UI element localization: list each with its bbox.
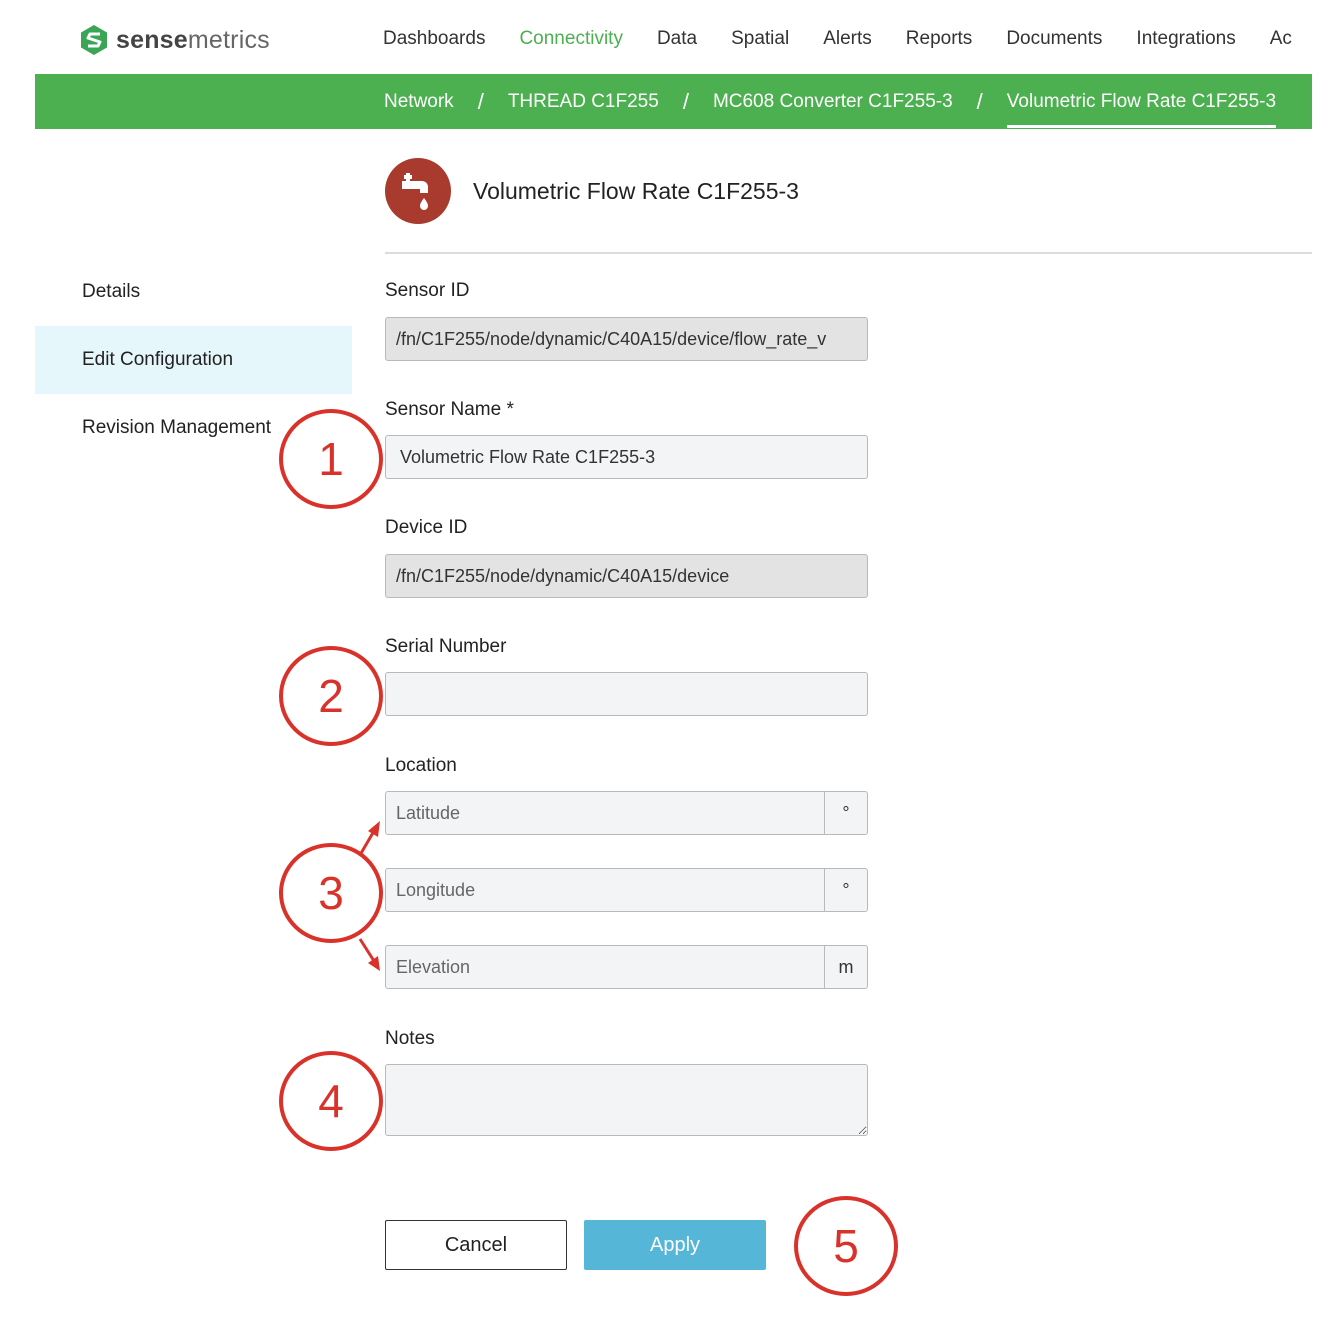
serial-number-label: Serial Number <box>385 636 507 657</box>
breadcrumb-thread[interactable]: THREAD C1F255 <box>508 91 659 113</box>
annotation-marker-2: 2 <box>279 646 383 746</box>
elevation-input[interactable] <box>386 946 824 988</box>
sensor-name-label: Sensor Name * <box>385 399 514 420</box>
nav-dashboards[interactable]: Dashboards <box>383 28 485 50</box>
sensemetrics-logo-icon <box>81 25 107 55</box>
annotation-marker-4: 4 <box>279 1051 383 1151</box>
latitude-unit: ° <box>824 792 867 834</box>
breadcrumb-separator: / <box>976 88 983 114</box>
nav-reports[interactable]: Reports <box>906 28 973 50</box>
logo-wordmark: sensemetrics <box>116 25 270 54</box>
breadcrumb-separator: / <box>682 88 689 114</box>
apply-button[interactable]: Apply <box>584 1220 766 1270</box>
nav-connectivity[interactable]: Connectivity <box>519 28 623 50</box>
annotation-arrows <box>358 821 380 971</box>
latitude-input[interactable] <box>386 792 824 834</box>
page-title: Volumetric Flow Rate C1F255-3 <box>473 177 799 204</box>
faucet-icon <box>402 173 428 210</box>
sensor-id-field: /fn/C1F255/node/dynamic/C40A15/device/fl… <box>385 317 868 361</box>
breadcrumb-network[interactable]: Network <box>384 91 454 113</box>
breadcrumb-current-sensor[interactable]: Volumetric Flow Rate C1F255-3 <box>1006 91 1277 128</box>
top-navigation: sensemetrics Dashboards Connectivity Dat… <box>0 0 1336 74</box>
sensor-type-badge <box>385 158 451 224</box>
nav-documents[interactable]: Documents <box>1006 28 1102 50</box>
sidebar-item-edit-configuration[interactable]: Edit Configuration <box>35 326 352 394</box>
longitude-unit: ° <box>824 869 867 911</box>
sensemetrics-logo[interactable]: sensemetrics <box>80 22 270 58</box>
arrow-up-to-latitude <box>358 821 380 856</box>
cancel-button[interactable]: Cancel <box>385 1220 567 1270</box>
device-id-field: /fn/C1F255/node/dynamic/C40A15/device <box>385 554 868 598</box>
nav-spatial[interactable]: Spatial <box>731 28 789 50</box>
nav-alerts[interactable]: Alerts <box>823 28 872 50</box>
longitude-group: ° <box>385 868 868 912</box>
main-nav: Dashboards Connectivity Data Spatial Ale… <box>383 28 1326 50</box>
elevation-unit: m <box>824 946 867 988</box>
nav-integrations[interactable]: Integrations <box>1136 28 1235 50</box>
notes-label: Notes <box>385 1028 435 1049</box>
breadcrumb-separator: / <box>477 88 484 114</box>
location-label: Location <box>385 755 457 776</box>
latitude-group: ° <box>385 791 868 835</box>
breadcrumb-converter[interactable]: MC608 Converter C1F255-3 <box>713 91 953 113</box>
device-id-label: Device ID <box>385 517 468 538</box>
sensor-name-input[interactable] <box>385 435 868 479</box>
header-divider <box>385 252 1312 254</box>
arrow-down-to-elevation <box>358 938 380 971</box>
elevation-group: m <box>385 945 868 989</box>
breadcrumb: Network / THREAD C1F255 / MC608 Converte… <box>384 74 1277 129</box>
sensor-id-label: Sensor ID <box>385 280 470 301</box>
breadcrumb-bar: Network / THREAD C1F255 / MC608 Converte… <box>35 74 1312 129</box>
serial-number-input[interactable] <box>385 672 868 716</box>
longitude-input[interactable] <box>386 869 824 911</box>
nav-data[interactable]: Data <box>657 28 697 50</box>
nav-account-truncated[interactable]: Ac <box>1270 28 1292 50</box>
annotation-marker-5: 5 <box>794 1196 898 1296</box>
notes-textarea[interactable] <box>385 1064 868 1136</box>
sensor-header: Volumetric Flow Rate C1F255-3 <box>385 158 799 224</box>
sidebar-item-details[interactable]: Details <box>35 258 352 326</box>
annotation-marker-1: 1 <box>279 409 383 509</box>
